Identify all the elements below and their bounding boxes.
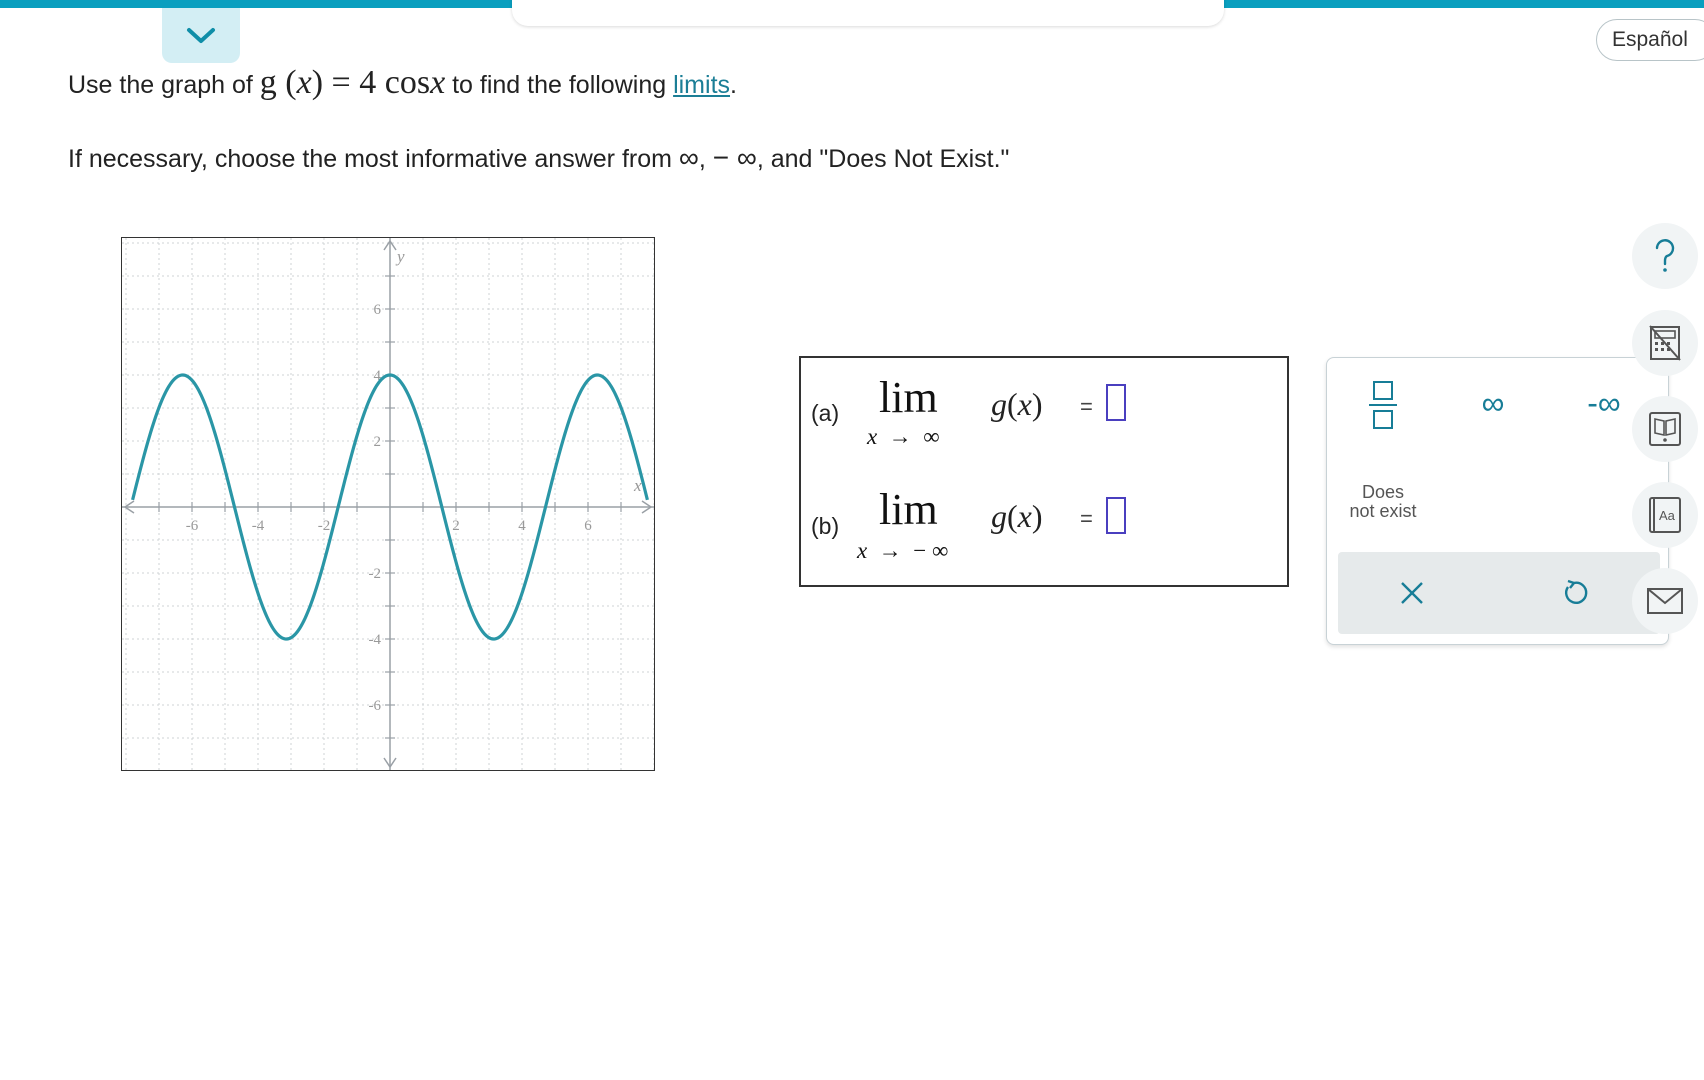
palette-actions [1338,552,1660,634]
mail-button[interactable] [1632,568,1698,634]
y-axis-label: y [395,247,405,266]
fraction-button[interactable] [1363,376,1403,434]
graph-canvas: y x -6 -4 -2 2 4 6642-2-4-6 [122,238,654,770]
fraction-icon [1369,381,1397,429]
question-text: Use the graph of g (x) = 4 cosx to find … [68,64,737,102]
question-middle: to find the following [445,71,674,99]
x-tick-label: 2 [452,518,460,534]
y-tick-label: -4 [369,632,382,648]
dne-line-1: Does [1361,482,1405,502]
function-argument: x [430,64,446,101]
infinity-button[interactable]: ∞ [1463,383,1523,423]
part-a-func-variable: x [1017,386,1032,422]
book-icon [1649,412,1681,446]
y-tick-label: -2 [369,566,382,582]
instruction-infinity: ∞ [678,142,699,173]
y-tick-label: 2 [374,434,382,450]
part-a-lim: lim [879,373,938,422]
part-b-func-variable: x [1017,498,1032,534]
x-tick-label: 6 [584,518,592,534]
mail-icon [1647,588,1683,614]
instruction-suffix: , and "Does Not Exist." [756,145,1010,173]
part-a-label: (a) [811,400,840,426]
glossary-button[interactable]: Aa [1632,482,1698,548]
part-b-sub-variable: x [857,538,868,563]
part-b-lim: lim [879,485,938,534]
instruction-text: If necessary, choose the most informativ… [68,142,1009,174]
x-tick-label: -6 [186,518,199,534]
part-b-limit-subscript: x → − ∞ [857,538,948,564]
part-b-answer-input[interactable] [1106,497,1126,534]
part-a-equals: = [1080,394,1093,419]
part-b-func-name: g [991,498,1007,534]
instruction-separator: , [698,145,713,173]
negative-infinity-button[interactable]: -∞ [1569,383,1639,423]
book-button[interactable] [1632,396,1698,462]
part-a-paren-open: ( [1007,386,1018,422]
y-tick-label: -6 [369,698,382,714]
part-a-sub-target: ∞ [923,424,940,449]
part-a-paren-close: ) [1031,386,1043,422]
limits-link[interactable]: limits [673,71,730,99]
part-b-equals: = [1080,506,1093,531]
function-graph: y x -6 -4 -2 2 4 6 6 4 2 -2 -4 -6 [121,237,655,771]
function-equals: = 4 [323,64,385,101]
x-tick-label: -4 [252,518,265,534]
part-a-sub-arrow: → [888,424,912,449]
glossary-icon: Aa [1649,497,1681,533]
function-cos: cos [384,64,431,101]
x-tick-label: 4 [518,518,526,534]
part-a-sub-variable: x [867,424,878,449]
part-b-sub-target: − ∞ [913,538,949,563]
part-a-func-name: g [991,386,1007,422]
undo-button[interactable] [1550,569,1598,617]
undo-icon [1565,579,1588,604]
part-a-answer-input[interactable] [1106,384,1126,421]
part-b-function: g(x) [991,498,1043,535]
function-expression: g (x) = 4 cosx [259,64,446,101]
instruction-neg-infinity: − ∞ [712,142,757,173]
x-tick-label: -2 [318,518,331,534]
answer-area: (a) lim x → ∞ g(x) = (b) lim x → − ∞ g(x… [799,356,1289,587]
part-b-sub-arrow: → [878,538,902,563]
function-variable: x [296,64,312,101]
language-toggle-button[interactable]: Español [1596,19,1704,61]
collapse-button[interactable] [162,8,240,63]
y-tick-label: 6 [374,302,382,318]
top-progress-tab [512,0,1224,26]
calculator-icon [1649,325,1681,361]
part-b-paren-close: ) [1031,498,1043,534]
help-icon [1655,239,1675,272]
part-b-label: (b) [811,513,840,539]
clear-button[interactable] [1388,569,1436,617]
part-a-limit-subscript: x → ∞ [867,424,940,450]
function-name: g [259,64,277,101]
question-period: . [730,71,737,99]
part-a-function: g(x) [991,386,1043,423]
close-icon [1401,582,1423,604]
chevron-down-icon [187,27,215,43]
instruction-prefix: If necessary, choose the most informativ… [68,145,679,173]
dne-line-2: not exist [1349,501,1417,521]
does-not-exist-button[interactable]: Does not exist [1337,480,1429,524]
calculator-button[interactable] [1632,310,1698,376]
answer-palette: ∞ -∞ Does not exist [1326,357,1669,645]
help-button[interactable] [1632,223,1698,289]
part-b-paren-open: ( [1007,498,1018,534]
question-prefix: Use the graph of [68,71,260,99]
svg-text:Aa: Aa [1659,508,1676,523]
